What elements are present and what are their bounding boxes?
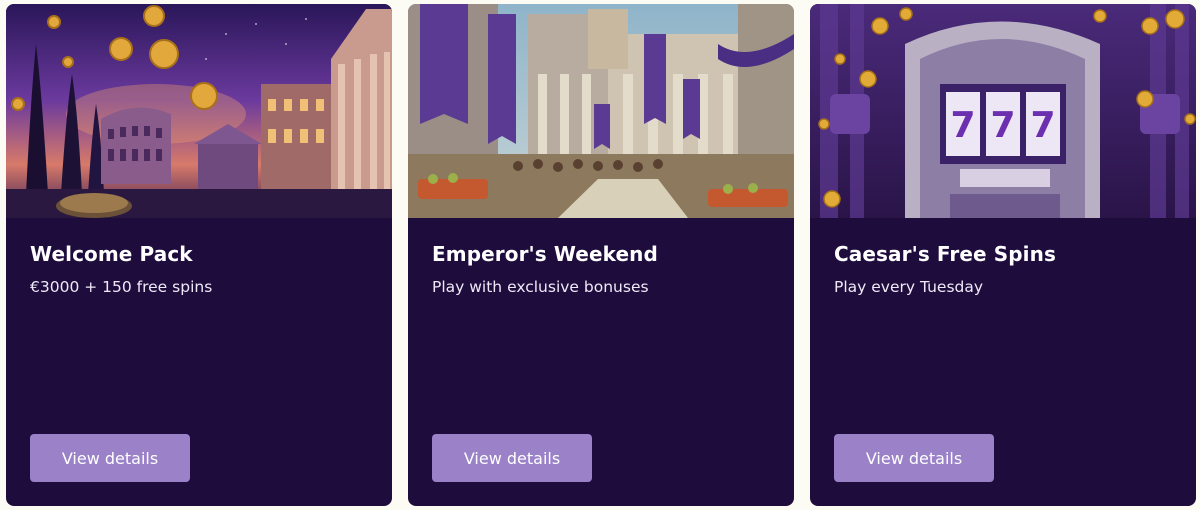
promo-subtitle: Play every Tuesday (834, 278, 984, 296)
roman-forum-market-image (408, 4, 794, 218)
view-details-button[interactable]: View details (432, 434, 592, 482)
view-details-button[interactable]: View details (834, 434, 994, 482)
promo-card-emperors-weekend: Emperor's Weekend Play with exclusive bo… (408, 4, 794, 506)
promo-subtitle: €3000 + 150 free spins (30, 278, 213, 296)
promo-title: Emperor's Weekend (432, 242, 658, 266)
promo-card-welcome-pack: Welcome Pack €3000 + 150 free spins View… (6, 4, 392, 506)
slot-machine-777-image: 777 (810, 4, 1196, 218)
view-details-button[interactable]: View details (30, 434, 190, 482)
promo-title: Caesar's Free Spins (834, 242, 1056, 266)
promo-card-caesars-free-spins: 777 Caesar's Free Spins Play every Tuesd… (810, 4, 1196, 506)
rome-night-colosseum-coins-image (6, 4, 392, 218)
promo-title: Welcome Pack (30, 242, 193, 266)
svg-text:7: 7 (950, 105, 975, 146)
svg-text:7: 7 (1030, 105, 1055, 146)
promotions-list: Welcome Pack €3000 + 150 free spins View… (6, 4, 1196, 506)
svg-text:7: 7 (990, 105, 1015, 146)
promo-subtitle: Play with exclusive bonuses (432, 278, 649, 296)
